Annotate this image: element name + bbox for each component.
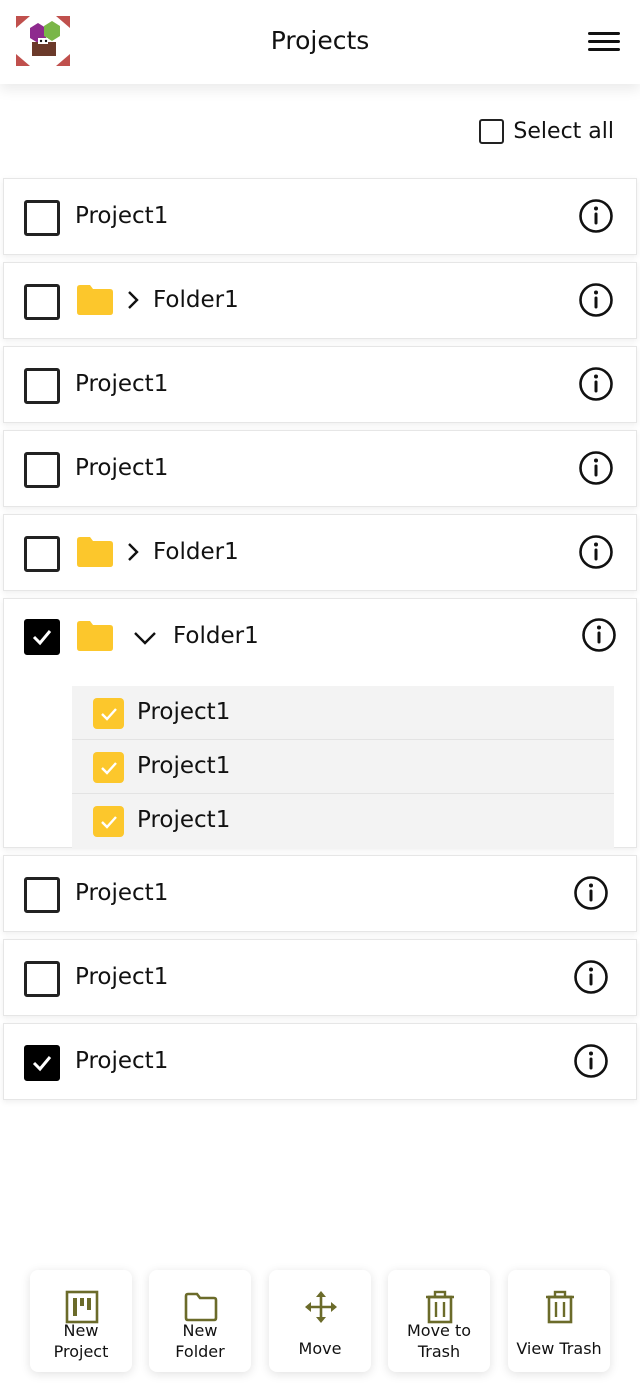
hamburger-menu-icon[interactable] — [588, 30, 620, 54]
new-folder-button[interactable]: New Folder — [149, 1270, 251, 1372]
list-item-project[interactable]: Project1 — [3, 855, 637, 932]
list-item-project[interactable]: Project1 — [3, 939, 637, 1016]
folder-icon — [77, 285, 113, 315]
child-list-item[interactable]: Project1 — [72, 686, 614, 740]
view-trash-label: View Trash — [516, 1339, 602, 1358]
child-item-label: Project1 — [137, 753, 231, 779]
select-all-checkbox[interactable] — [479, 118, 505, 144]
select-all-label: Select all — [513, 118, 614, 144]
item-label: Project1 — [75, 880, 169, 906]
chevron-down-icon[interactable] — [132, 627, 158, 649]
row-checkbox[interactable] — [24, 200, 60, 236]
row-checkbox[interactable] — [24, 536, 60, 572]
row-checkbox-checked[interactable] — [24, 619, 60, 655]
item-label: Project1 — [75, 203, 169, 229]
info-icon[interactable] — [573, 959, 609, 995]
select-all-control[interactable]: Select all — [479, 117, 614, 145]
item-label: Project1 — [75, 371, 169, 397]
trash-icon — [426, 1290, 454, 1324]
list-item-project[interactable]: Project1 — [3, 178, 637, 255]
info-icon[interactable] — [578, 198, 614, 234]
chevron-right-icon[interactable] — [122, 289, 144, 311]
list-item-folder[interactable]: Folder1 — [3, 514, 637, 591]
info-icon[interactable] — [578, 450, 614, 486]
move-arrows-icon — [305, 1291, 337, 1323]
child-list-item[interactable]: Project1 — [72, 794, 614, 848]
info-icon[interactable] — [573, 875, 609, 911]
list-item-folder-expanded[interactable]: Folder1 Project1 Project1 Project1 — [3, 598, 637, 849]
list-item-project[interactable]: Project1 — [3, 346, 637, 423]
new-project-label-line2: Project — [53, 1342, 109, 1361]
child-item-label: Project1 — [137, 699, 231, 725]
move-to-trash-label-line2: Trash — [417, 1342, 461, 1361]
row-checkbox[interactable] — [24, 368, 60, 404]
child-list-item[interactable]: Project1 — [72, 740, 614, 794]
child-checkbox-checked[interactable] — [93, 806, 124, 837]
item-label: Project1 — [75, 455, 169, 481]
chevron-right-icon[interactable] — [122, 541, 144, 563]
folder-outline-icon — [184, 1292, 218, 1322]
new-project-label-line1: New — [63, 1321, 99, 1340]
info-icon[interactable] — [578, 366, 614, 402]
move-button[interactable]: Move — [269, 1270, 371, 1372]
row-checkbox[interactable] — [24, 284, 60, 320]
row-checkbox[interactable] — [24, 877, 60, 913]
info-icon[interactable] — [578, 534, 614, 570]
bottom-action-bar: New Project New Folder Move Move to Tras… — [0, 1262, 640, 1386]
item-label: Folder1 — [153, 539, 239, 565]
info-icon[interactable] — [573, 1043, 609, 1079]
project-list: Project1 Folder1 Project1 Project1 Folde… — [3, 178, 637, 1107]
new-folder-label-line1: New — [182, 1321, 218, 1340]
folder-icon — [77, 621, 113, 651]
new-folder-label-line2: Folder — [175, 1342, 225, 1361]
info-icon[interactable] — [578, 282, 614, 318]
list-item-project[interactable]: Project1 — [3, 430, 637, 507]
view-trash-button[interactable]: View Trash — [508, 1270, 610, 1372]
row-checkbox[interactable] — [24, 452, 60, 488]
move-label: Move — [298, 1339, 342, 1358]
new-project-button[interactable]: New Project — [30, 1270, 132, 1372]
child-checkbox-checked[interactable] — [93, 698, 124, 729]
checkmark-icon — [100, 815, 117, 829]
child-item-label: Project1 — [137, 807, 231, 833]
row-checkbox-checked[interactable] — [24, 1045, 60, 1081]
checkmark-icon — [32, 630, 52, 646]
checkmark-icon — [32, 1056, 52, 1072]
top-bar: Projects — [0, 0, 640, 84]
move-to-trash-label-line1: Move to — [406, 1321, 472, 1340]
row-checkbox[interactable] — [24, 961, 60, 997]
checkmark-icon — [100, 707, 117, 721]
list-item-project[interactable]: Project1 — [3, 1023, 637, 1100]
board-icon — [65, 1290, 99, 1324]
info-icon[interactable] — [581, 617, 617, 653]
item-label: Project1 — [75, 1048, 169, 1074]
child-checkbox-checked[interactable] — [93, 752, 124, 783]
item-label: Project1 — [75, 964, 169, 990]
item-label: Folder1 — [153, 287, 239, 313]
list-item-folder[interactable]: Folder1 — [3, 262, 637, 339]
move-to-trash-button[interactable]: Move to Trash — [388, 1270, 490, 1372]
trash-icon — [546, 1290, 574, 1324]
folder-icon — [77, 537, 113, 567]
item-label: Folder1 — [173, 623, 259, 649]
checkmark-icon — [100, 761, 117, 775]
page-title: Projects — [270, 26, 370, 55]
folder-children-list: Project1 Project1 Project1 — [72, 686, 614, 849]
